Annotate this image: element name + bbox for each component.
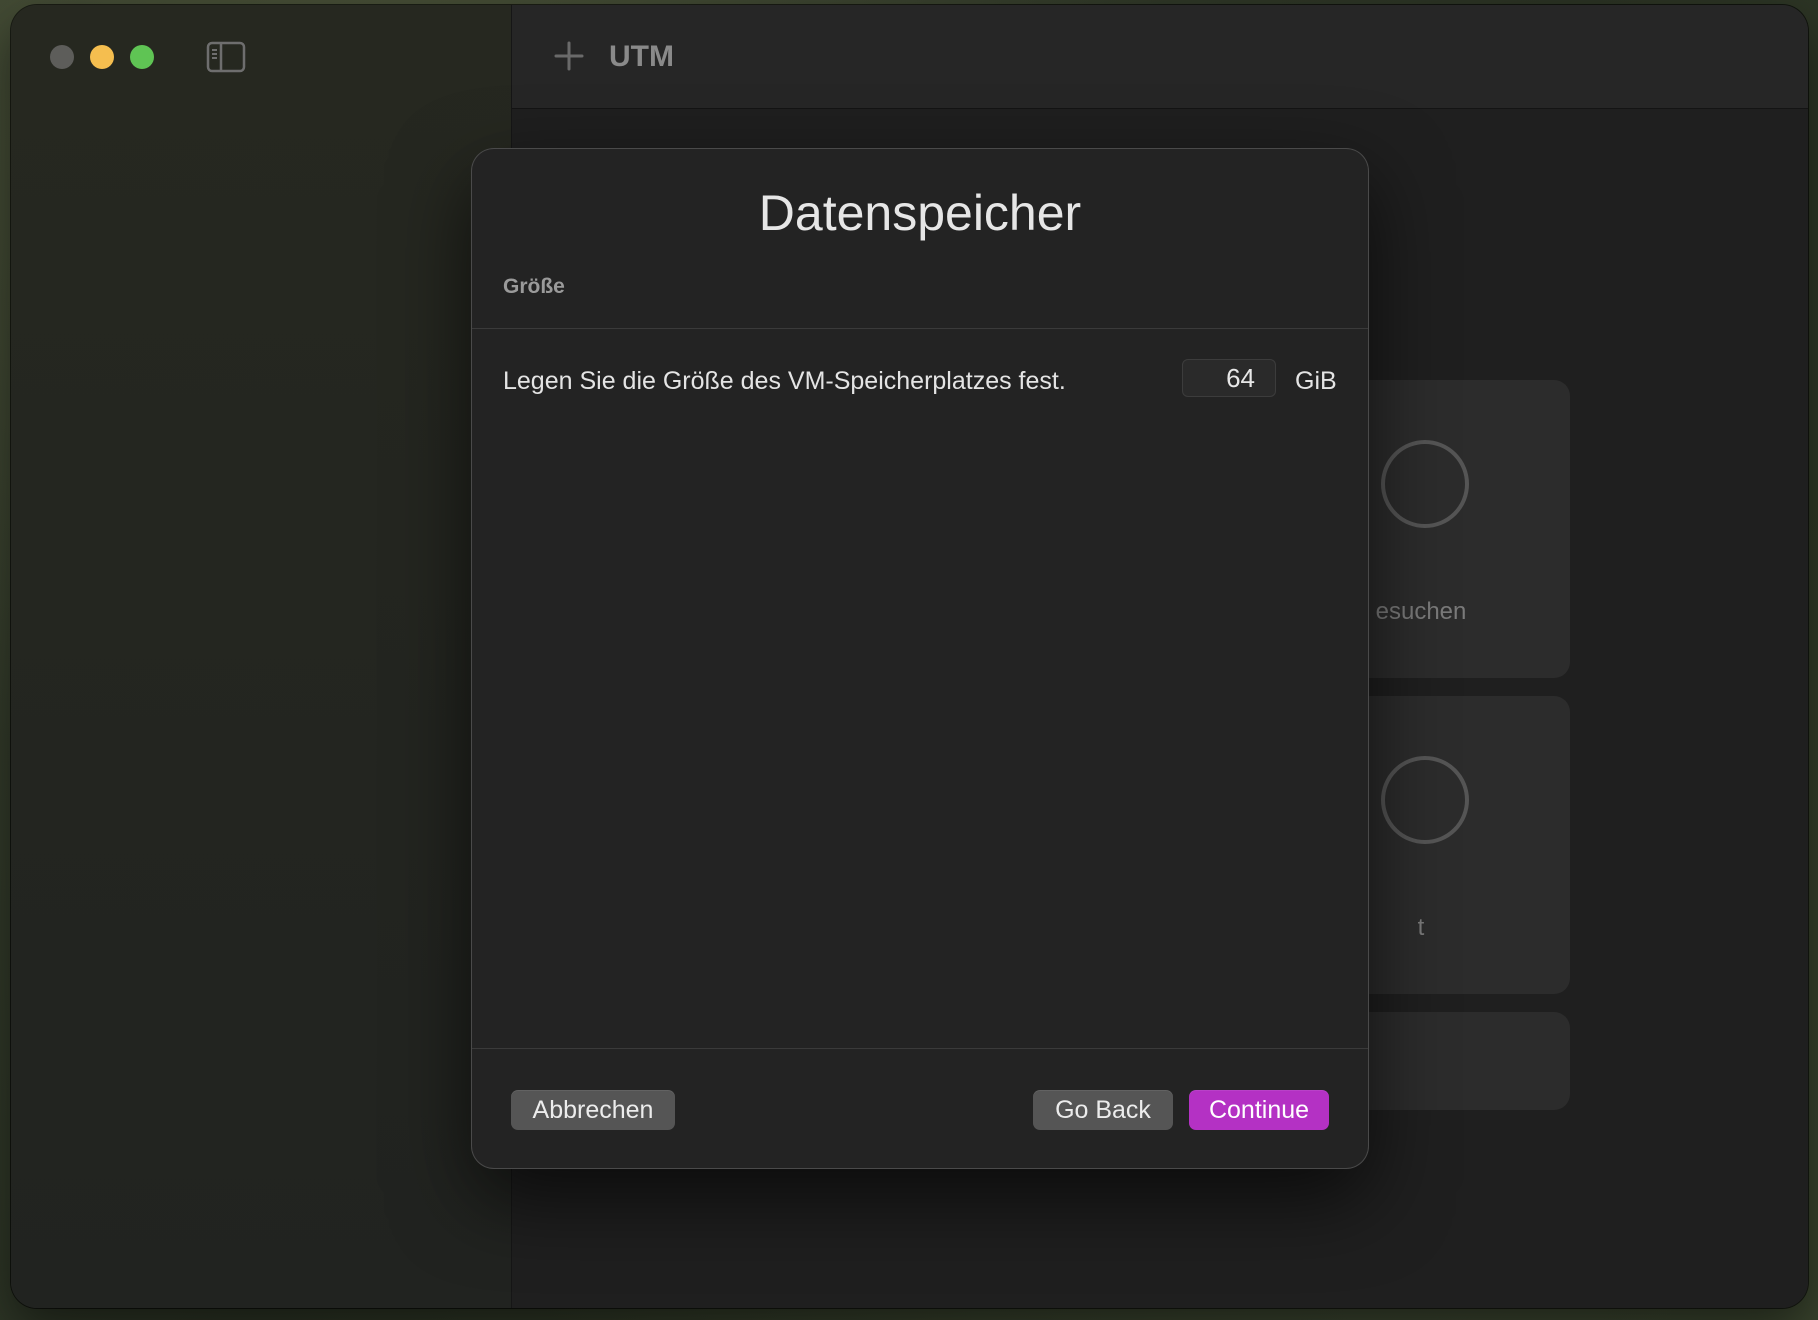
- app-title: UTM: [609, 40, 674, 73]
- go-back-button[interactable]: Go Back: [1033, 1090, 1173, 1130]
- toolbar: UTM: [512, 5, 1808, 109]
- close-window-button[interactable]: [50, 45, 74, 69]
- storage-size-unit: GiB: [1295, 367, 1337, 395]
- maximize-window-button[interactable]: [130, 45, 154, 69]
- minimize-window-button[interactable]: [90, 45, 114, 69]
- sidebar-toggle-icon[interactable]: [206, 41, 246, 73]
- app-window: UTM esuchen t Datenspeicher Größe Legen …: [11, 5, 1808, 1308]
- card-icon: [1381, 440, 1469, 528]
- storage-size-label: Legen Sie die Größe des VM-Speicherplatz…: [503, 367, 1066, 395]
- section-header: Größe: [503, 275, 565, 298]
- cancel-button[interactable]: Abbrechen: [511, 1090, 675, 1130]
- divider: [472, 1048, 1368, 1049]
- card-icon: [1381, 756, 1469, 844]
- plus-icon[interactable]: [552, 39, 586, 73]
- storage-size-input[interactable]: [1182, 359, 1276, 397]
- storage-dialog: Datenspeicher Größe Legen Sie die Größe …: [472, 149, 1368, 1168]
- sidebar: [11, 5, 512, 1308]
- continue-button[interactable]: Continue: [1189, 1090, 1329, 1130]
- divider: [472, 328, 1368, 329]
- dialog-title: Datenspeicher: [758, 185, 1082, 241]
